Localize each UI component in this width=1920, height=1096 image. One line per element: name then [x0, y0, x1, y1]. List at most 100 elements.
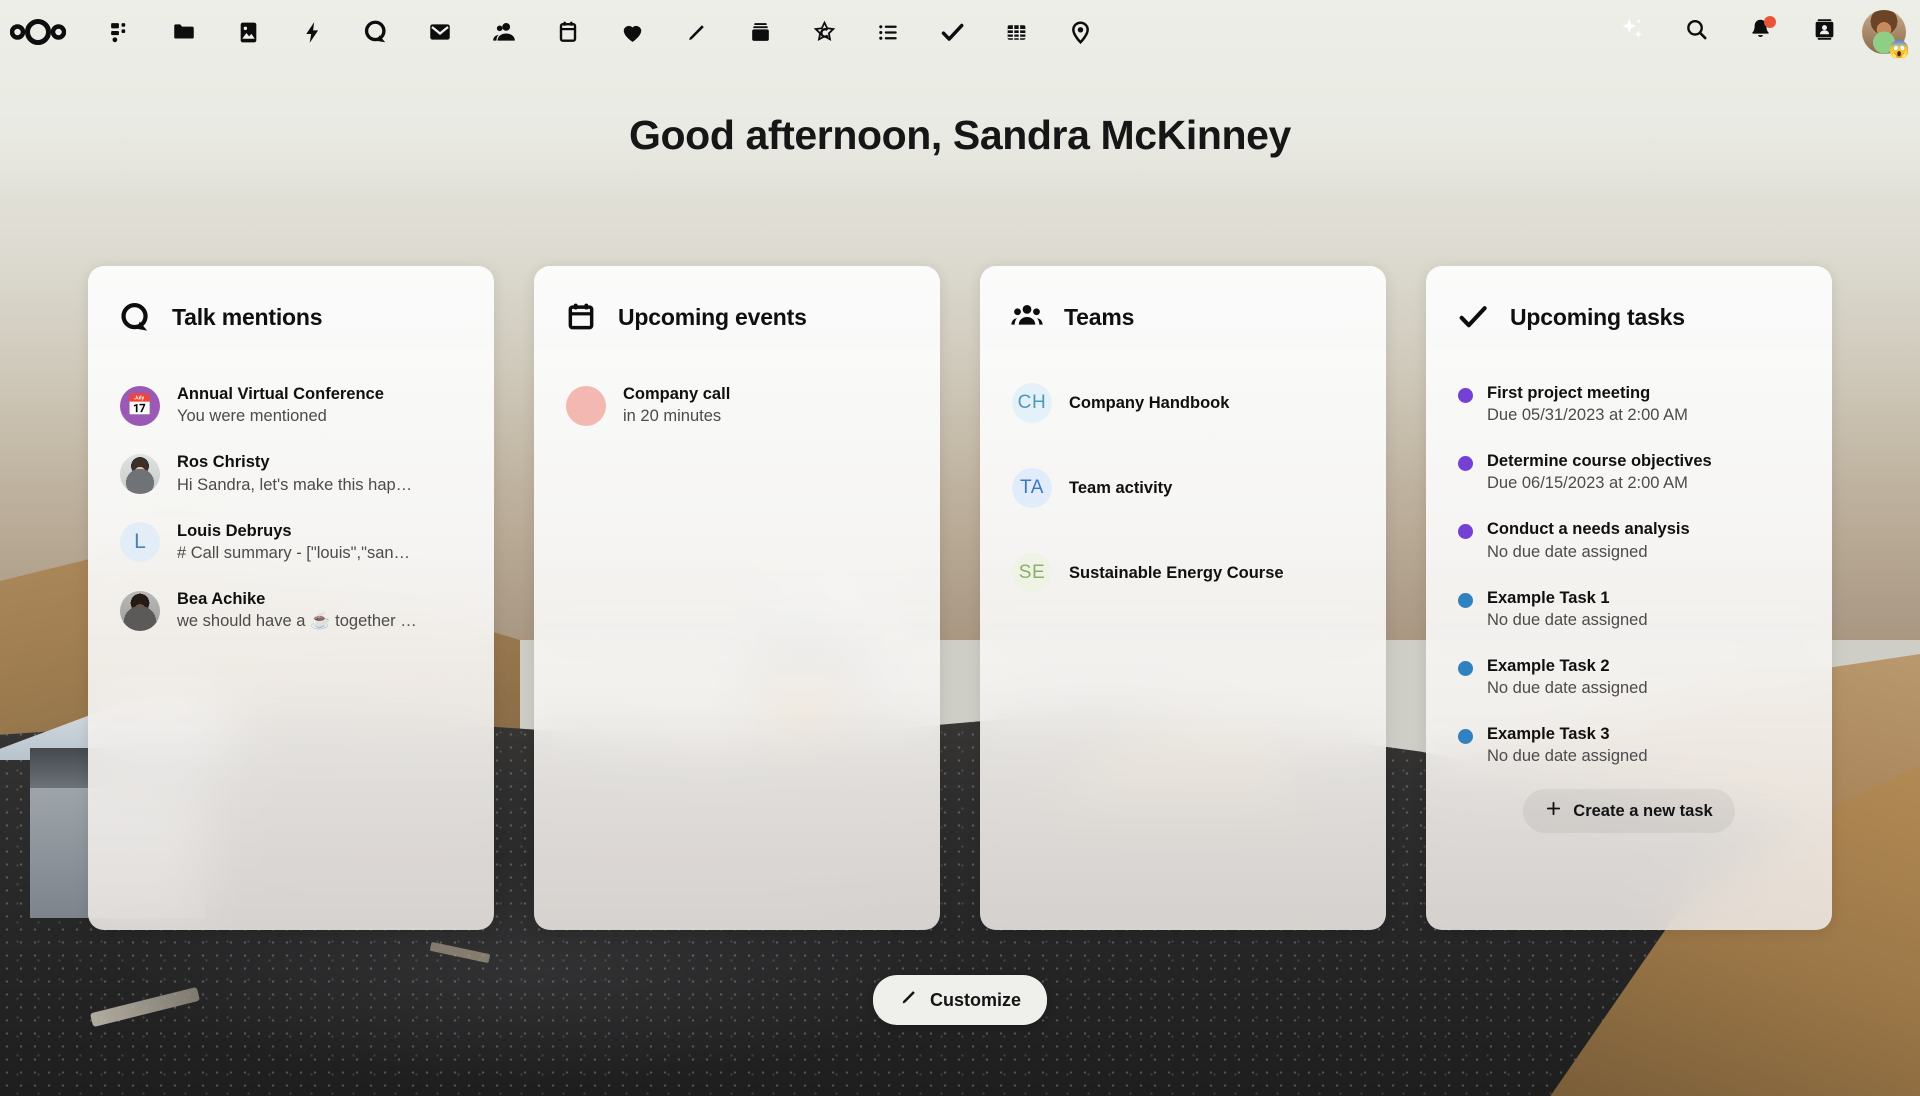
nav-item-text[interactable] [664, 0, 728, 64]
avatar[interactable]: 😱 [1862, 10, 1906, 54]
list-icon [876, 20, 901, 45]
task-title: Determine course objectives [1487, 450, 1712, 472]
task-color-dot [1458, 388, 1473, 403]
task-text: First project meeting Due 05/31/2023 at … [1487, 382, 1688, 428]
customize-button[interactable]: Customize [873, 975, 1047, 1025]
nav-item-maps[interactable] [1048, 0, 1112, 64]
table-row[interactable]: Example Task 1 No due date assigned [1452, 581, 1806, 639]
header-right-actions: 😱 [1600, 0, 1920, 64]
user-avatar [120, 454, 160, 494]
task-text: Determine course objectives Due 06/15/20… [1487, 450, 1712, 496]
list-item-title: Ros Christy [177, 451, 462, 473]
panel-upcoming-tasks: Upcoming tasks First project meeting Due… [1426, 266, 1832, 930]
initial-avatar: L [120, 522, 160, 562]
nav-item-calendar[interactable] [536, 0, 600, 64]
list-item-subtitle: in 20 minutes [623, 405, 908, 428]
table-row[interactable]: Example Task 2 No due date assigned [1452, 649, 1806, 707]
list-item[interactable]: L Louis Debruys # Call summary - ["louis… [114, 513, 468, 572]
nav-item-collectives[interactable] [792, 0, 856, 64]
task-text: Example Task 3 No due date assigned [1487, 723, 1648, 769]
pencil-icon [899, 988, 918, 1012]
nav-item-activity[interactable] [280, 0, 344, 64]
sparkles-icon [1619, 16, 1646, 48]
task-title: Example Task 1 [1487, 587, 1648, 609]
list-item-subtitle: # Call summary - ["louis","san… [177, 542, 462, 565]
nextcloud-logo[interactable] [6, 0, 70, 64]
list-item-text: Team activity [1069, 477, 1354, 499]
task-due-date: No due date assigned [1487, 745, 1648, 769]
nav-item-photos[interactable] [216, 0, 280, 64]
list-item-text: Louis Debruys # Call summary - ["louis",… [177, 520, 462, 565]
list-item[interactable]: Company call in 20 minutes [560, 376, 914, 435]
list-item-subtitle: You were mentioned [177, 405, 462, 428]
panel-upcoming-events: Upcoming events Company call in 20 minut… [534, 266, 940, 930]
plus-icon [1545, 800, 1562, 822]
task-title: Example Task 2 [1487, 655, 1648, 677]
task-due-date: Due 06/15/2023 at 2:00 AM [1487, 472, 1712, 496]
nav-item-health[interactable] [600, 0, 664, 64]
task-title: Conduct a needs analysis [1487, 518, 1690, 540]
list-item-title: Louis Debruys [177, 520, 462, 542]
calendar-icon [564, 300, 598, 334]
lightning-icon [300, 20, 325, 45]
assistant-button[interactable] [1600, 0, 1664, 64]
list-item[interactable]: CH Company Handbook [1006, 376, 1360, 430]
task-title: Example Task 3 [1487, 723, 1648, 745]
table-row[interactable]: Example Task 3 No due date assigned [1452, 717, 1806, 775]
nav-item-contacts[interactable] [472, 0, 536, 64]
nav-item-talk[interactable] [344, 0, 408, 64]
list-item-text: Ros Christy Hi Sandra, let's make this h… [177, 451, 462, 496]
table-row[interactable]: First project meeting Due 05/31/2023 at … [1452, 376, 1806, 434]
list-item[interactable]: SE Sustainable Energy Course [1006, 546, 1360, 600]
task-color-dot [1458, 661, 1473, 676]
list-item-subtitle: we should have a ☕ together … [177, 610, 462, 633]
app-navigation [88, 0, 1112, 64]
collectives-icon [812, 20, 837, 45]
task-title: First project meeting [1487, 382, 1688, 404]
event-color-dot [566, 386, 606, 426]
nav-item-tables[interactable] [984, 0, 1048, 64]
create-new-task-button[interactable]: Create a new task [1523, 789, 1734, 833]
task-color-dot [1458, 524, 1473, 539]
notifications-button[interactable] [1728, 0, 1792, 64]
dashboard-icon [108, 20, 133, 45]
task-text: Conduct a needs analysis No due date ass… [1487, 518, 1690, 564]
task-text: Example Task 2 No due date assigned [1487, 655, 1648, 701]
list-item-text: Company Handbook [1069, 392, 1354, 414]
folder-icon [171, 19, 197, 45]
search-button[interactable] [1664, 0, 1728, 64]
table-row[interactable]: Determine course objectives Due 06/15/20… [1452, 444, 1806, 502]
search-icon [1684, 17, 1709, 47]
contacts-icon [491, 19, 517, 45]
panel-header: Upcoming events [560, 300, 914, 334]
nav-item-dashboard[interactable] [88, 0, 152, 64]
task-color-dot [1458, 729, 1473, 744]
nav-item-tasks[interactable] [920, 0, 984, 64]
panel-header: Teams [1006, 300, 1360, 334]
talk-icon [118, 300, 152, 334]
nav-item-mail[interactable] [408, 0, 472, 64]
nav-item-files[interactable] [152, 0, 216, 64]
list-item-text: Annual Virtual Conference You were menti… [177, 383, 462, 428]
list-item-subtitle: Hi Sandra, let's make this hap… [177, 474, 462, 497]
panel-teams: Teams CH Company Handbook TA Team activi… [980, 266, 1386, 930]
table-row[interactable]: Conduct a needs analysis No due date ass… [1452, 512, 1806, 570]
list-item[interactable]: TA Team activity [1006, 461, 1360, 515]
nav-item-notes[interactable] [856, 0, 920, 64]
create-new-task-label: Create a new task [1573, 802, 1712, 821]
list-item-text: Bea Achike we should have a ☕ together … [177, 588, 462, 633]
task-text: Example Task 1 No due date assigned [1487, 587, 1648, 633]
panel-title: Teams [1064, 304, 1134, 331]
list-item[interactable]: Bea Achike we should have a ☕ together … [114, 581, 468, 640]
task-color-dot [1458, 593, 1473, 608]
panel-title: Talk mentions [172, 304, 322, 331]
contacts-menu-button[interactable] [1792, 0, 1856, 64]
calendar-icon [556, 20, 580, 44]
nav-item-deck[interactable] [728, 0, 792, 64]
list-item-title: Annual Virtual Conference [177, 383, 462, 405]
talk-icon [363, 19, 389, 45]
list-item[interactable]: 📅 Annual Virtual Conference You were men… [114, 376, 468, 435]
list-item-title: Company call [623, 383, 908, 405]
list-item[interactable]: Ros Christy Hi Sandra, let's make this h… [114, 444, 468, 503]
team-initials-avatar: TA [1012, 468, 1052, 508]
